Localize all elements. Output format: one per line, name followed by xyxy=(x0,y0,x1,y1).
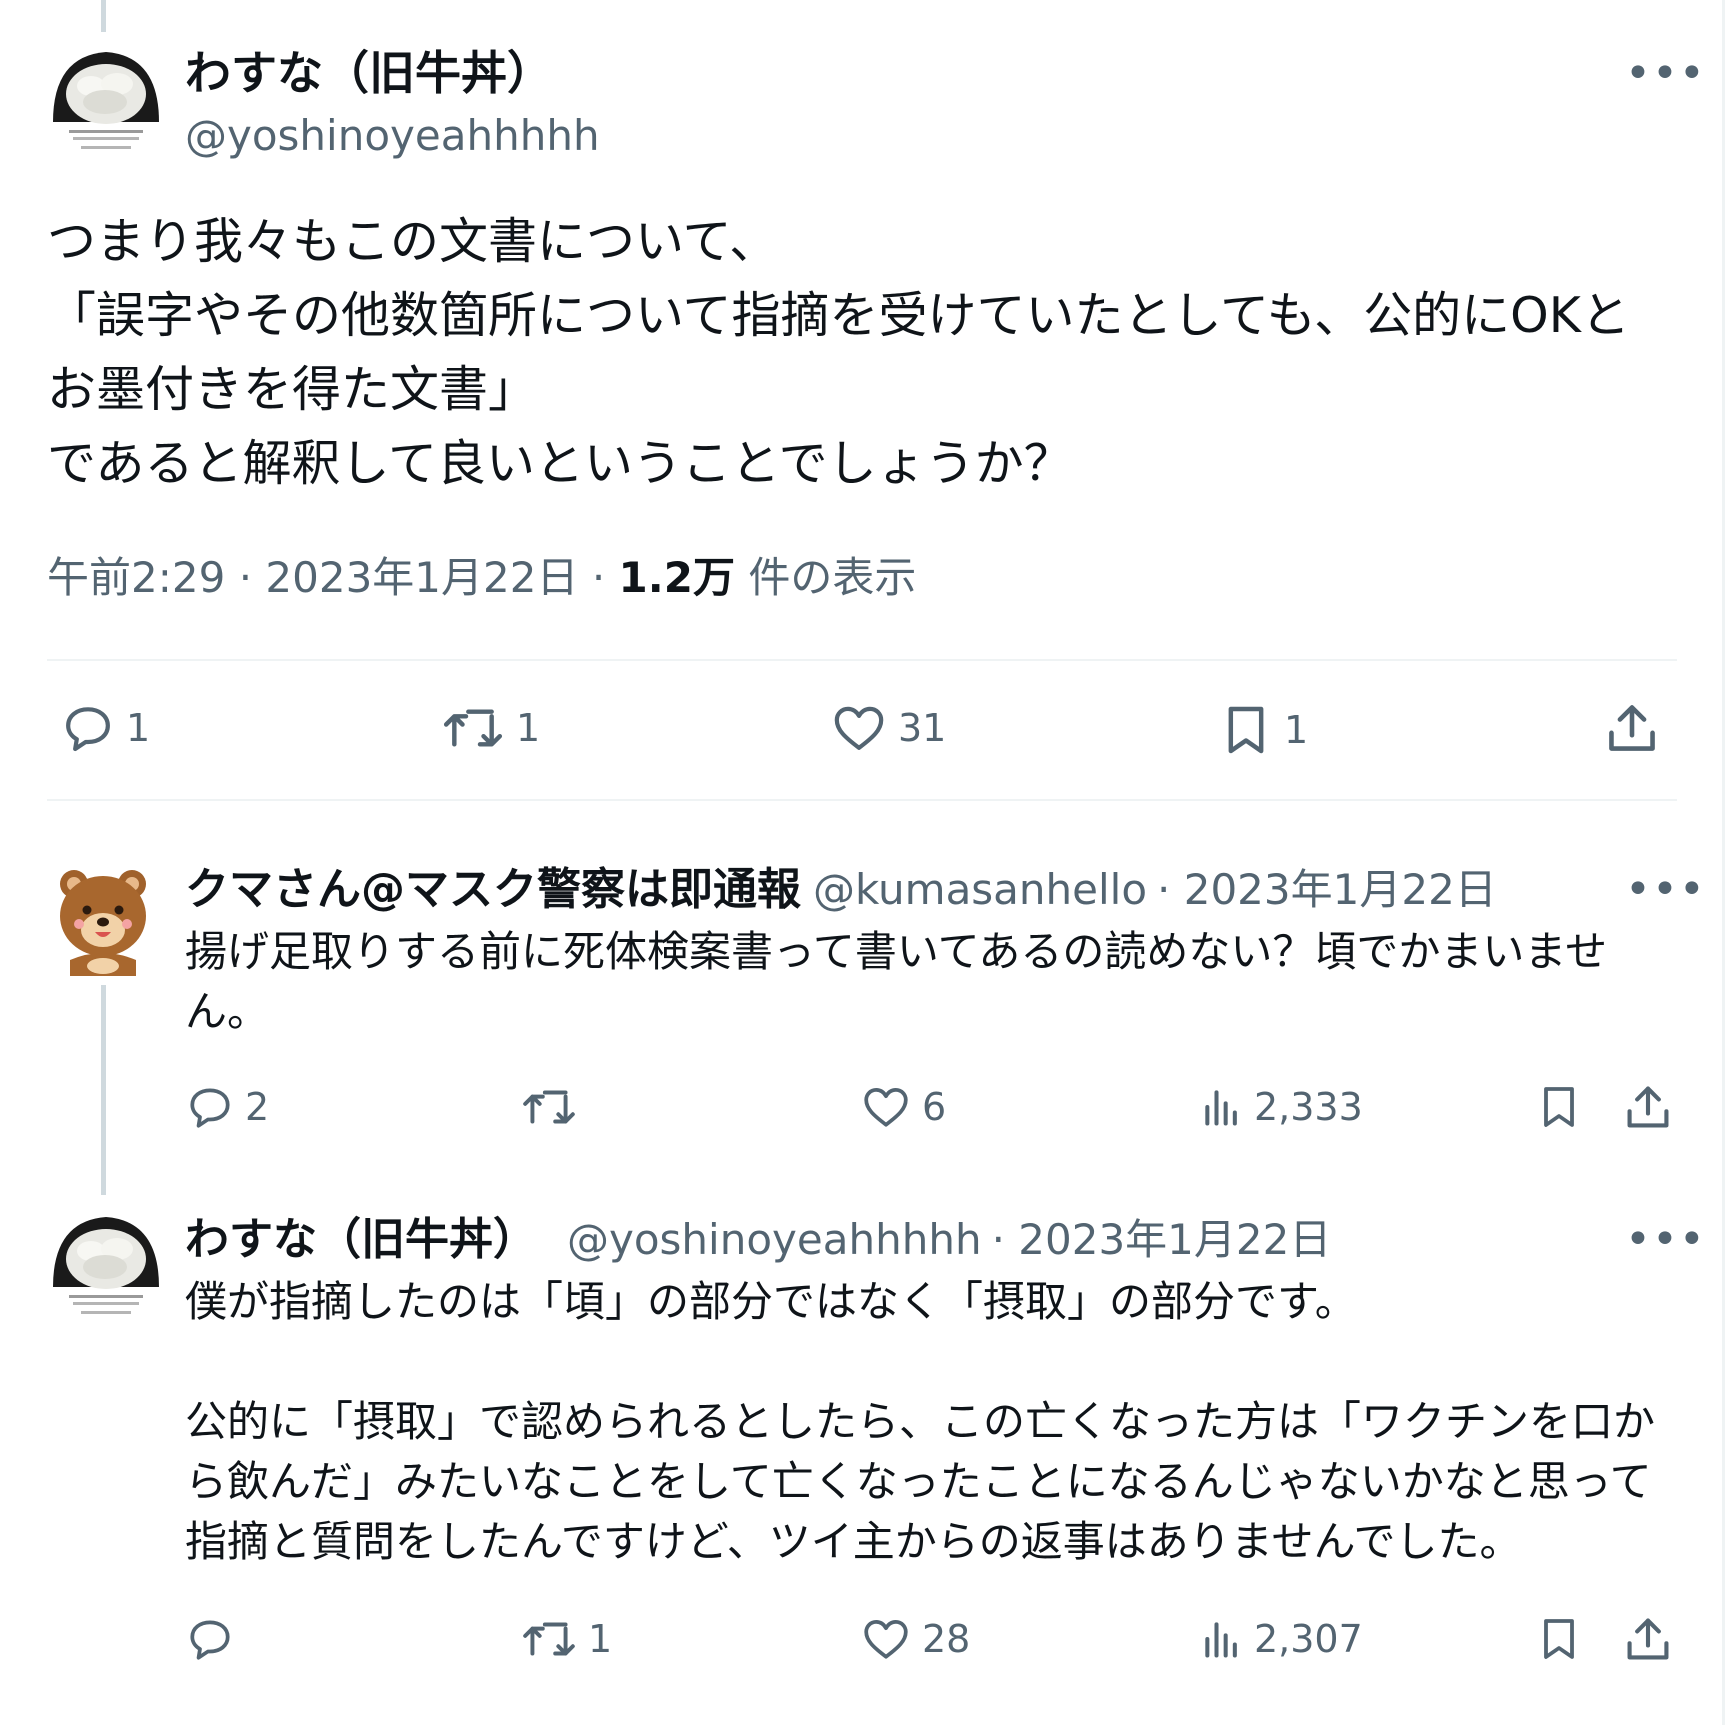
reply-icon xyxy=(66,707,110,752)
reply-count: 2 xyxy=(245,1085,270,1129)
reply-button[interactable]: 2 xyxy=(185,1082,269,1132)
thread-line xyxy=(101,985,106,1195)
meta-separator: · xyxy=(238,553,253,602)
retweet-count: 1 xyxy=(588,1617,613,1661)
retweet-icon xyxy=(443,709,503,747)
rice-avatar-image xyxy=(47,1207,165,1325)
rice-avatar-image xyxy=(47,42,165,160)
reply-header: わすな（旧牛丼） @yoshinoyeahhhhh · 2023年1月22日 xyxy=(185,1212,1331,1268)
reply-icon xyxy=(190,1620,230,1660)
share-button[interactable] xyxy=(1603,698,1661,758)
reply-text: 僕が指摘したのは「頃」の部分ではなく「摂取」の部分です。 公的に「摂取」で認めら… xyxy=(185,1277,1656,1566)
reply-icon xyxy=(190,1088,230,1128)
views-label: 件の表示 xyxy=(748,553,917,602)
share-button[interactable] xyxy=(1622,1080,1674,1134)
views-count: 1.2万 xyxy=(618,553,735,602)
bookmark-icon xyxy=(1544,1087,1574,1127)
retweet-button[interactable]: 1 xyxy=(440,700,540,756)
bookmark-icon xyxy=(1228,706,1264,754)
retweet-count: 1 xyxy=(516,706,541,750)
analytics-icon xyxy=(1205,1622,1237,1658)
heart-icon xyxy=(834,706,884,750)
like-button[interactable]: 31 xyxy=(830,700,946,756)
views-button[interactable]: 2,307 xyxy=(1200,1614,1363,1664)
views-button[interactable]: 2,333 xyxy=(1200,1082,1363,1132)
views-count: 2,333 xyxy=(1254,1085,1363,1129)
user-handle[interactable]: @yoshinoyeahhhhh xyxy=(185,110,600,162)
heart-icon xyxy=(864,1088,908,1127)
avatar[interactable] xyxy=(52,860,154,976)
reply-button[interactable] xyxy=(185,1614,245,1664)
views-count: 2,307 xyxy=(1254,1617,1363,1661)
share-icon xyxy=(1627,1086,1669,1128)
bookmark-count: 1 xyxy=(1284,708,1309,752)
bookmark-button[interactable] xyxy=(1535,1612,1583,1666)
meta-separator: · xyxy=(591,553,606,602)
more-options-icon[interactable]: ••• xyxy=(1625,868,1706,912)
divider xyxy=(47,659,1677,661)
retweet-button[interactable] xyxy=(520,1082,588,1132)
reply-date[interactable]: · 2023年1月22日 xyxy=(992,1214,1332,1266)
like-button[interactable]: 28 xyxy=(860,1614,970,1664)
more-options-icon[interactable]: ••• xyxy=(1625,52,1706,96)
bear-avatar-image xyxy=(60,870,146,976)
bookmark-button[interactable] xyxy=(1535,1080,1583,1134)
bookmark-button[interactable]: 1 xyxy=(1218,700,1308,760)
tweet-date[interactable]: 2023年1月22日 xyxy=(265,553,578,602)
bookmark-icon xyxy=(1544,1619,1574,1659)
reply-count: 1 xyxy=(126,706,151,750)
display-name[interactable]: クマさん@マスク警察は即通報 xyxy=(185,862,801,918)
retweet-icon xyxy=(523,1090,575,1124)
tweet-meta: 午前2:29 · 2023年1月22日 · 1.2万 件の表示 xyxy=(47,552,916,604)
like-count: 31 xyxy=(898,706,947,750)
avatar[interactable] xyxy=(47,1207,165,1325)
tweet-text: つまり我々もこの文書について、 「誤字やその他数箇所について指摘を受けていたとし… xyxy=(47,213,1630,492)
reply-button[interactable]: 1 xyxy=(60,700,150,756)
like-button[interactable]: 6 xyxy=(860,1082,946,1132)
display-name[interactable]: わすな（旧牛丼） xyxy=(185,1212,537,1268)
user-handle[interactable]: @kumasanhello xyxy=(813,864,1147,916)
reply-header: クマさん@マスク警察は即通報 @kumasanhello · 2023年1月22… xyxy=(185,862,1497,918)
like-count: 28 xyxy=(922,1617,971,1661)
user-handle[interactable]: @yoshinoyeahhhhh xyxy=(567,1214,982,1266)
more-options-icon[interactable]: ••• xyxy=(1625,1218,1706,1262)
retweet-button[interactable]: 1 xyxy=(520,1614,612,1664)
share-icon xyxy=(1627,1618,1669,1660)
avatar[interactable] xyxy=(47,42,165,160)
reply-text: 揚げ足取りする前に死体検案書って書いてあるの読めない？頃でかまいません。 xyxy=(185,927,1608,1036)
divider xyxy=(47,799,1677,801)
display-name[interactable]: わすな（旧牛丼） xyxy=(185,45,553,101)
analytics-icon xyxy=(1205,1090,1237,1126)
tweet-time[interactable]: 午前2:29 xyxy=(47,553,225,602)
share-button[interactable] xyxy=(1622,1612,1674,1666)
thread-line xyxy=(101,0,106,32)
retweet-icon xyxy=(523,1622,575,1656)
heart-icon xyxy=(864,1620,908,1659)
reply-date[interactable]: · 2023年1月22日 xyxy=(1157,864,1497,916)
share-icon xyxy=(1609,705,1655,751)
like-count: 6 xyxy=(922,1085,947,1129)
